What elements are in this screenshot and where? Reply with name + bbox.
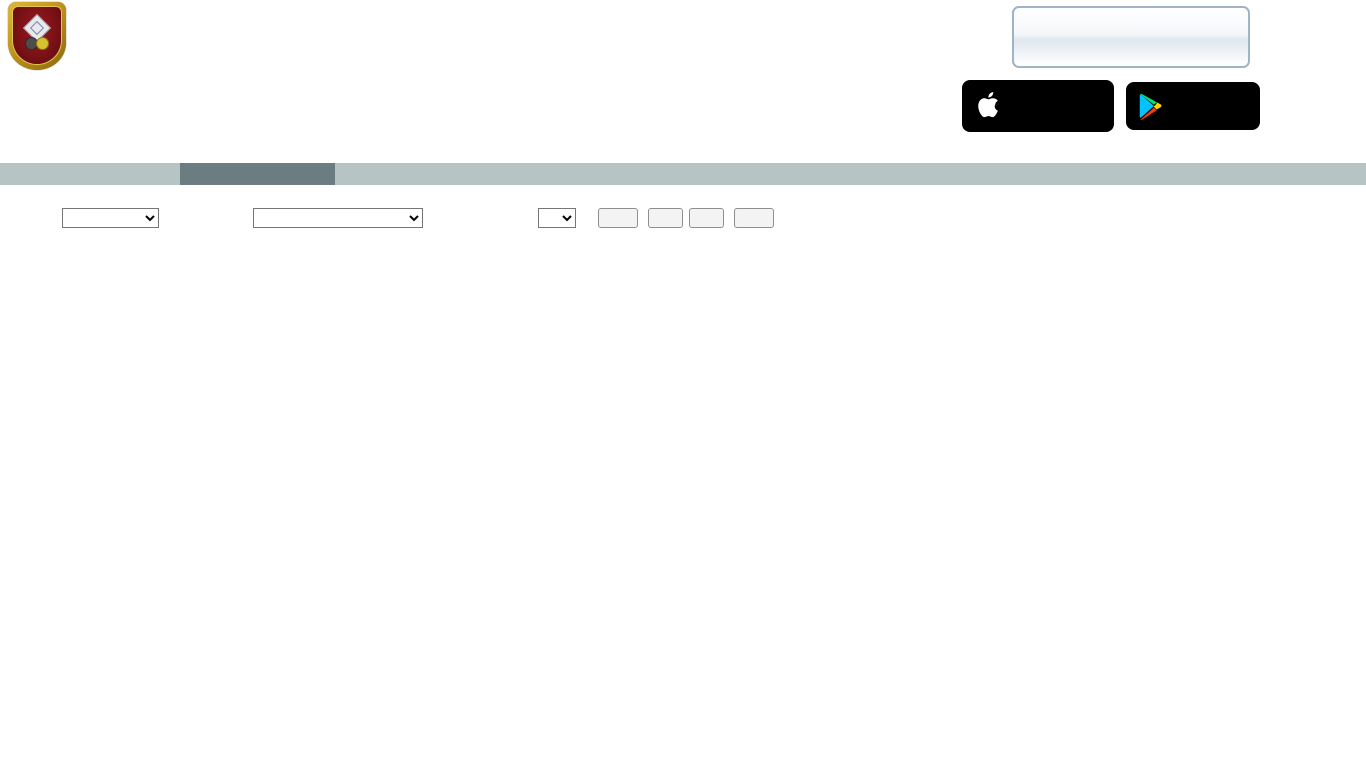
sheriff-badge-icon [8, 2, 66, 70]
first-page-button[interactable] [598, 208, 638, 228]
tab-current-inmates[interactable] [8, 163, 172, 185]
page-size-select[interactable] [538, 208, 576, 228]
tab-new-inmates[interactable] [180, 163, 335, 185]
sort-by-select[interactable] [62, 208, 159, 228]
select-name-select[interactable] [253, 208, 423, 228]
app-store-badge[interactable] [962, 80, 1114, 132]
tab-bar [0, 163, 1366, 185]
badge-seal-right-icon [36, 36, 49, 50]
tab-recent-releases[interactable] [344, 163, 512, 185]
page-header [0, 0, 1366, 162]
apple-icon [978, 92, 998, 118]
last-page-button[interactable] [734, 208, 774, 228]
prev-page-button[interactable] [648, 208, 683, 228]
google-play-icon [1139, 93, 1162, 120]
google-play-badge[interactable] [1126, 82, 1260, 130]
next-page-button[interactable] [689, 208, 724, 228]
roster-controls [0, 208, 1366, 232]
rps-logo[interactable] [1012, 6, 1250, 68]
